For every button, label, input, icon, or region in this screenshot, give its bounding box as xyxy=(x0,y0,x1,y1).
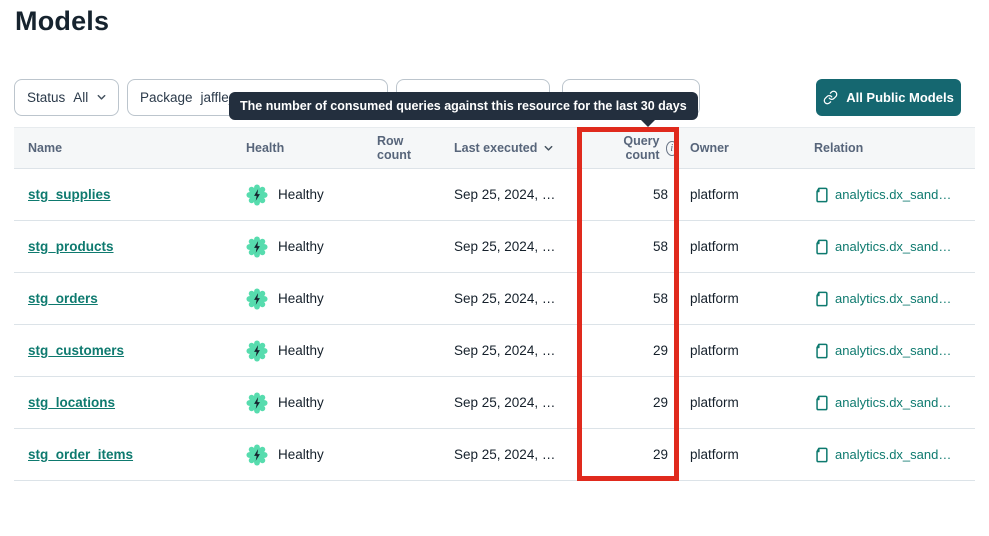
column-header-relation: Relation xyxy=(802,141,975,155)
health-status-label: Healthy xyxy=(278,447,324,462)
health-status-label: Healthy xyxy=(278,291,324,306)
table-header-row: Name Health Row count Last executed Quer… xyxy=(14,127,975,169)
column-header-owner: Owner xyxy=(678,141,802,155)
table-row: stg_locations Healthy Sep 25, 2024, … 29… xyxy=(14,377,975,429)
document-icon xyxy=(814,447,829,463)
healthy-badge-icon xyxy=(246,236,268,258)
last-executed-cell: Sep 25, 2024, … xyxy=(440,395,586,410)
health-status-label: Healthy xyxy=(278,343,324,358)
owner-cell: platform xyxy=(678,447,802,462)
owner-cell: platform xyxy=(678,395,802,410)
health-status-label: Healthy xyxy=(278,187,324,202)
table-row: stg_products Healthy Sep 25, 2024, … 58 … xyxy=(14,221,975,273)
model-name-link[interactable]: stg_supplies xyxy=(28,187,111,202)
chevron-down-icon xyxy=(96,92,107,103)
relation-link[interactable]: analytics.dx_sand… xyxy=(835,343,951,358)
column-header-row-count: Row count xyxy=(363,134,440,162)
column-header-name: Name xyxy=(14,141,232,155)
relation-link[interactable]: analytics.dx_sand… xyxy=(835,395,951,410)
models-table: Name Health Row count Last executed Quer… xyxy=(14,127,975,481)
model-name-link[interactable]: stg_orders xyxy=(28,291,98,306)
tooltip-arrow xyxy=(640,119,656,127)
model-name-link[interactable]: stg_customers xyxy=(28,343,124,358)
sort-chevron-icon xyxy=(543,143,554,154)
column-header-last-executed[interactable]: Last executed xyxy=(440,141,586,155)
owner-cell: platform xyxy=(678,239,802,254)
healthy-badge-icon xyxy=(246,340,268,362)
owner-cell: platform xyxy=(678,187,802,202)
query-count-cell: 29 xyxy=(586,447,678,462)
document-icon xyxy=(814,239,829,255)
query-count-cell: 58 xyxy=(586,239,678,254)
all-public-models-button[interactable]: All Public Models xyxy=(816,79,961,116)
tooltip-text: The number of consumed queries against t… xyxy=(240,99,687,113)
column-header-health: Health xyxy=(232,141,363,155)
status-filter-label: Status xyxy=(27,90,65,105)
table-row: stg_supplies Healthy Sep 25, 2024, … 58 … xyxy=(14,169,975,221)
query-count-cell: 58 xyxy=(586,291,678,306)
document-icon xyxy=(814,187,829,203)
relation-link[interactable]: analytics.dx_sand… xyxy=(835,239,951,254)
column-header-query-count: Query count i xyxy=(586,134,678,162)
table-body: stg_supplies Healthy Sep 25, 2024, … 58 … xyxy=(14,169,975,481)
query-count-cell: 29 xyxy=(586,395,678,410)
owner-cell: platform xyxy=(678,291,802,306)
status-filter-dropdown[interactable]: Status All xyxy=(14,79,119,116)
query-count-tooltip: The number of consumed queries against t… xyxy=(229,92,698,120)
document-icon xyxy=(814,343,829,359)
healthy-badge-icon xyxy=(246,392,268,414)
owner-cell: platform xyxy=(678,343,802,358)
query-count-cell: 58 xyxy=(586,187,678,202)
info-icon[interactable]: i xyxy=(666,141,679,156)
relation-link[interactable]: analytics.dx_sand… xyxy=(835,187,951,202)
all-public-models-label: All Public Models xyxy=(846,90,954,105)
query-count-cell: 29 xyxy=(586,343,678,358)
table-row: stg_customers Healthy Sep 25, 2024, … 29… xyxy=(14,325,975,377)
status-filter-value: All xyxy=(73,90,88,105)
last-executed-cell: Sep 25, 2024, … xyxy=(440,343,586,358)
table-row: stg_orders Healthy Sep 25, 2024, … 58 pl… xyxy=(14,273,975,325)
healthy-badge-icon xyxy=(246,184,268,206)
last-executed-cell: Sep 25, 2024, … xyxy=(440,447,586,462)
healthy-badge-icon xyxy=(246,288,268,310)
relation-link[interactable]: analytics.dx_sand… xyxy=(835,291,951,306)
page-title: Models xyxy=(15,6,109,37)
package-filter-label: Package xyxy=(140,90,193,105)
last-executed-cell: Sep 25, 2024, … xyxy=(440,291,586,306)
model-name-link[interactable]: stg_order_items xyxy=(28,447,133,462)
model-name-link[interactable]: stg_products xyxy=(28,239,114,254)
document-icon xyxy=(814,395,829,411)
healthy-badge-icon xyxy=(246,444,268,466)
document-icon xyxy=(814,291,829,307)
last-executed-cell: Sep 25, 2024, … xyxy=(440,187,586,202)
table-row: stg_order_items Healthy Sep 25, 2024, … … xyxy=(14,429,975,481)
health-status-label: Healthy xyxy=(278,395,324,410)
relation-link[interactable]: analytics.dx_sand… xyxy=(835,447,951,462)
link-icon xyxy=(823,90,838,105)
last-executed-cell: Sep 25, 2024, … xyxy=(440,239,586,254)
health-status-label: Healthy xyxy=(278,239,324,254)
model-name-link[interactable]: stg_locations xyxy=(28,395,115,410)
